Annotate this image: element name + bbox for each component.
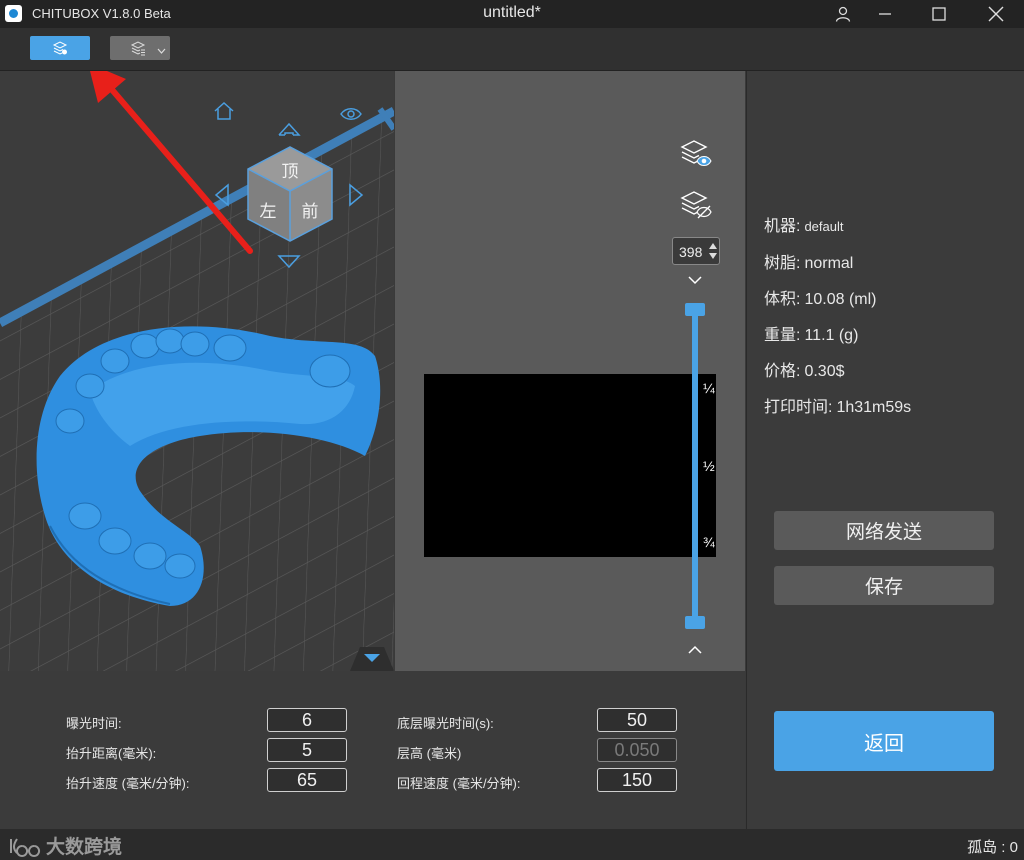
minimize-button[interactable]: [862, 0, 908, 28]
machine-label: 机器:: [764, 218, 801, 235]
save-button[interactable]: 保存: [774, 566, 994, 605]
rotate-down-icon[interactable]: [277, 254, 301, 270]
layer-height-field: 0.050: [597, 738, 677, 762]
print-time-row: 打印时间: 1h31m59s: [764, 393, 911, 417]
maximize-icon: [932, 7, 946, 21]
maximize-button[interactable]: [916, 0, 962, 28]
view-cube-top-label[interactable]: 顶: [282, 162, 299, 182]
retract-speed-field[interactable]: 150: [597, 768, 677, 792]
price-value: 0.30$: [804, 363, 845, 380]
spin-arrows-icon[interactable]: [709, 241, 717, 261]
layers-list-icon: [130, 41, 146, 56]
weight-value: 11.1 (g): [804, 327, 859, 344]
network-send-button[interactable]: 网络发送: [774, 511, 994, 550]
hide-layers-icon[interactable]: [679, 190, 713, 222]
price-label: 价格:: [764, 363, 801, 380]
minimize-icon: [879, 13, 891, 15]
layer-down-chevron-icon[interactable]: [688, 276, 702, 285]
close-icon: [988, 6, 1004, 22]
print-time-value: 1h31m59s: [836, 399, 912, 416]
layer-number-spinbox[interactable]: 398: [672, 237, 720, 265]
3d-viewport[interactable]: 顶 左 前: [0, 71, 394, 671]
slice-preview-mode-button[interactable]: [30, 36, 90, 60]
watermark: 大数跨境: [8, 832, 122, 859]
price-row: 价格: 0.30$: [764, 357, 845, 381]
layer-slider-bottom-handle[interactable]: [685, 616, 705, 629]
machine-value: default: [804, 219, 844, 234]
watermark-text: 大数跨境: [46, 837, 123, 858]
layer-slider-track[interactable]: [692, 310, 698, 622]
layer-slider-top-handle[interactable]: [685, 303, 705, 316]
volume-value: 10.08 (ml): [804, 291, 877, 308]
layer-height-label: 层高 (毫米): [397, 746, 462, 761]
back-button[interactable]: 返回: [774, 711, 994, 771]
rotate-up-icon[interactable]: [277, 121, 301, 137]
eye-icon[interactable]: [340, 106, 362, 122]
slider-tick-half: ½: [703, 458, 715, 474]
resin-label: 树脂:: [764, 255, 801, 272]
user-icon: [835, 6, 851, 22]
volume-row: 体积: 10.08 (ml): [764, 285, 876, 309]
resin-value: normal: [804, 255, 854, 272]
annotation-arrow: [90, 71, 253, 254]
bottom-exposure-field[interactable]: 50: [597, 708, 677, 732]
account-button[interactable]: [820, 0, 866, 28]
rotate-right-icon[interactable]: [348, 183, 364, 207]
slice-layer-image: [424, 374, 716, 557]
lift-speed-label: 抬升速度 (毫米/分钟):: [66, 776, 190, 791]
chevron-down-icon: [157, 48, 166, 54]
layer-up-chevron-icon[interactable]: [688, 645, 702, 654]
weight-label: 重量:: [764, 327, 801, 344]
resin-row: 树脂: normal: [764, 249, 853, 273]
toolbar: [0, 28, 1024, 71]
collapse-panel-toggle[interactable]: [350, 643, 394, 671]
slider-tick-three-quarter: ¾: [703, 534, 715, 550]
exposure-time-label: 曝光时间:: [66, 716, 122, 731]
layers-settings-icon: [52, 41, 68, 55]
island-count: 孤岛 : 0: [967, 839, 1018, 856]
machine-row: 机器: default: [764, 212, 844, 236]
weight-row: 重量: 11.1 (g): [764, 321, 858, 345]
close-button[interactable]: [973, 0, 1019, 28]
layer-number-value[interactable]: 398: [679, 244, 702, 260]
view-cube-front-label[interactable]: 前: [302, 202, 319, 222]
lift-distance-label: 抬升距离(毫米):: [66, 746, 157, 761]
exposure-time-field[interactable]: 6: [267, 708, 347, 732]
volume-label: 体积:: [764, 291, 801, 308]
lift-speed-field[interactable]: 65: [267, 768, 347, 792]
status-bar: [0, 829, 1024, 860]
slider-tick-quarter: ¼: [703, 380, 715, 396]
lift-distance-field[interactable]: 5: [267, 738, 347, 762]
watermark-logo-icon: [10, 838, 41, 857]
retract-speed-label: 回程速度 (毫米/分钟):: [397, 776, 521, 791]
show-layers-icon[interactable]: [679, 139, 713, 171]
bottom-exposure-label: 底层曝光时间(s):: [397, 716, 494, 731]
print-time-label: 打印时间:: [764, 399, 833, 416]
dental-model[interactable]: [30, 316, 390, 616]
layer-view-dropdown-button[interactable]: [110, 36, 170, 60]
